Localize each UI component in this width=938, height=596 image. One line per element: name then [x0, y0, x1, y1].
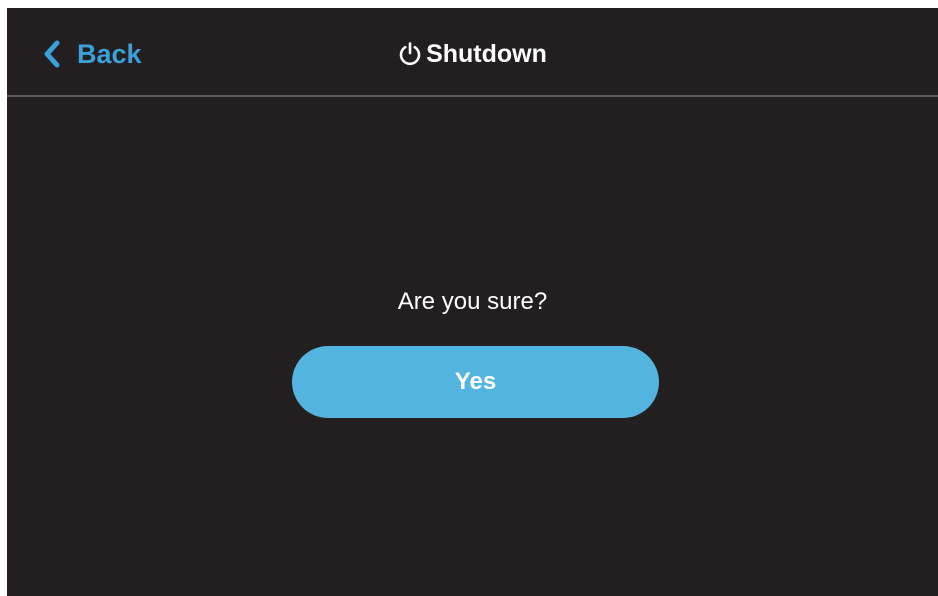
confirmation-prompt: Are you sure? [397, 288, 548, 315]
yes-button[interactable]: Yes [292, 346, 659, 418]
shutdown-screen: Back Shutdown Are you sure? Yes [7, 8, 938, 596]
page-title: Shutdown [7, 34, 938, 74]
title-text: Shutdown [426, 40, 547, 68]
header-bar: Back Shutdown [7, 8, 938, 97]
power-icon [399, 42, 421, 66]
yes-button-label: Yes [454, 368, 497, 395]
